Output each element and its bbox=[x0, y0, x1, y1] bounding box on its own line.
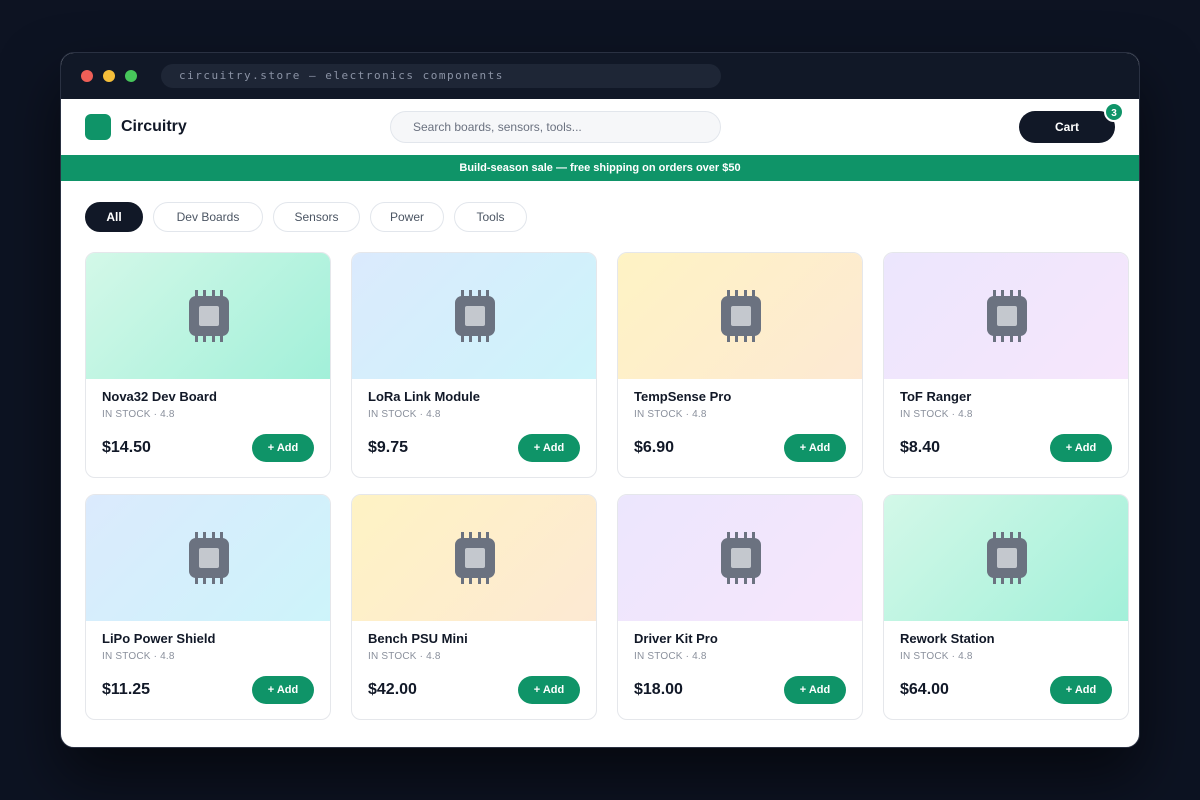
chip-icon bbox=[455, 290, 495, 342]
filter-chip-all[interactable]: All bbox=[85, 202, 143, 232]
product-stock-rating: IN STOCK · 4.8 bbox=[102, 651, 175, 662]
chip-icon bbox=[721, 290, 761, 342]
product-stock-rating: IN STOCK · 4.8 bbox=[900, 409, 973, 420]
chip-icon bbox=[455, 532, 495, 584]
product-thumbnail[interactable] bbox=[884, 495, 1128, 621]
add-to-cart-button[interactable]: + Add bbox=[518, 676, 580, 704]
product-thumbnail[interactable] bbox=[352, 253, 596, 379]
product-card[interactable]: Nova32 Dev Board IN STOCK · 4.8 $14.50 +… bbox=[85, 252, 331, 478]
add-to-cart-button[interactable]: + Add bbox=[252, 676, 314, 704]
product-card[interactable]: LiPo Power Shield IN STOCK · 4.8 $11.25 … bbox=[85, 494, 331, 720]
product-name[interactable]: LoRa Link Module bbox=[368, 389, 480, 404]
product-thumbnail[interactable] bbox=[618, 253, 862, 379]
category-filters: All Dev Boards Sensors Power Tools bbox=[61, 181, 1139, 252]
minimize-window-button[interactable] bbox=[103, 70, 115, 82]
product-thumbnail[interactable] bbox=[86, 495, 330, 621]
product-price: $14.50 bbox=[102, 439, 151, 456]
product-price: $6.90 bbox=[634, 439, 675, 456]
product-stock-rating: IN STOCK · 4.8 bbox=[368, 651, 441, 662]
cart-count-badge: 3 bbox=[1104, 102, 1124, 122]
promo-banner: Build-season sale — free shipping on ord… bbox=[61, 155, 1139, 181]
title-bar: circuitry.store — electronics components bbox=[61, 53, 1139, 99]
product-stock-rating: IN STOCK · 4.8 bbox=[900, 651, 973, 662]
brand-name[interactable]: Circuitry bbox=[121, 118, 187, 136]
product-name[interactable]: Driver Kit Pro bbox=[634, 631, 718, 646]
product-price: $11.25 bbox=[102, 681, 151, 698]
chip-icon bbox=[721, 532, 761, 584]
add-to-cart-button[interactable]: + Add bbox=[518, 434, 580, 462]
chip-icon bbox=[987, 532, 1027, 584]
product-card[interactable]: ToF Ranger IN STOCK · 4.8 $8.40 + Add bbox=[883, 252, 1129, 478]
product-card[interactable]: Driver Kit Pro IN STOCK · 4.8 $18.00 + A… bbox=[617, 494, 863, 720]
filter-chip-sensors[interactable]: Sensors bbox=[273, 202, 360, 232]
filter-chip-power[interactable]: Power bbox=[370, 202, 444, 232]
product-name[interactable]: Rework Station bbox=[900, 631, 995, 646]
address-bar[interactable]: circuitry.store — electronics components bbox=[161, 64, 721, 88]
cart-button[interactable]: Cart bbox=[1019, 111, 1115, 143]
filter-chip-dev-boards[interactable]: Dev Boards bbox=[153, 202, 263, 232]
product-thumbnail[interactable] bbox=[618, 495, 862, 621]
product-card[interactable]: TempSense Pro IN STOCK · 4.8 $6.90 + Add bbox=[617, 252, 863, 478]
product-price: $18.00 bbox=[634, 681, 683, 698]
product-name[interactable]: Nova32 Dev Board bbox=[102, 389, 217, 404]
product-price: $8.40 bbox=[900, 439, 941, 456]
product-stock-rating: IN STOCK · 4.8 bbox=[368, 409, 441, 420]
product-card[interactable]: Bench PSU Mini IN STOCK · 4.8 $42.00 + A… bbox=[351, 494, 597, 720]
chip-icon bbox=[189, 290, 229, 342]
browser-window: circuitry.store — electronics components… bbox=[60, 52, 1140, 748]
site-header: Circuitry Search boards, sensors, tools.… bbox=[61, 99, 1139, 155]
brand-logo-icon[interactable] bbox=[85, 114, 111, 140]
product-thumbnail[interactable] bbox=[86, 253, 330, 379]
product-stock-rating: IN STOCK · 4.8 bbox=[634, 409, 707, 420]
product-name[interactable]: Bench PSU Mini bbox=[368, 631, 468, 646]
product-price: $64.00 bbox=[900, 681, 949, 698]
add-to-cart-button[interactable]: + Add bbox=[1050, 676, 1112, 704]
chip-icon bbox=[987, 290, 1027, 342]
add-to-cart-button[interactable]: + Add bbox=[784, 434, 846, 462]
product-thumbnail[interactable] bbox=[352, 495, 596, 621]
product-card[interactable]: LoRa Link Module IN STOCK · 4.8 $9.75 + … bbox=[351, 252, 597, 478]
add-to-cart-button[interactable]: + Add bbox=[252, 434, 314, 462]
product-name[interactable]: LiPo Power Shield bbox=[102, 631, 215, 646]
product-card[interactable]: Rework Station IN STOCK · 4.8 $64.00 + A… bbox=[883, 494, 1129, 720]
product-name[interactable]: ToF Ranger bbox=[900, 389, 971, 404]
search-input[interactable]: Search boards, sensors, tools... bbox=[390, 111, 721, 143]
add-to-cart-button[interactable]: + Add bbox=[1050, 434, 1112, 462]
add-to-cart-button[interactable]: + Add bbox=[784, 676, 846, 704]
chip-icon bbox=[189, 532, 229, 584]
product-name[interactable]: TempSense Pro bbox=[634, 389, 731, 404]
product-stock-rating: IN STOCK · 4.8 bbox=[634, 651, 707, 662]
maximize-window-button[interactable] bbox=[125, 70, 137, 82]
product-stock-rating: IN STOCK · 4.8 bbox=[102, 409, 175, 420]
product-grid: Nova32 Dev Board IN STOCK · 4.8 $14.50 +… bbox=[61, 252, 1139, 720]
product-price: $42.00 bbox=[368, 681, 417, 698]
close-window-button[interactable] bbox=[81, 70, 93, 82]
product-price: $9.75 bbox=[368, 439, 409, 456]
product-thumbnail[interactable] bbox=[884, 253, 1128, 379]
filter-chip-tools[interactable]: Tools bbox=[454, 202, 527, 232]
